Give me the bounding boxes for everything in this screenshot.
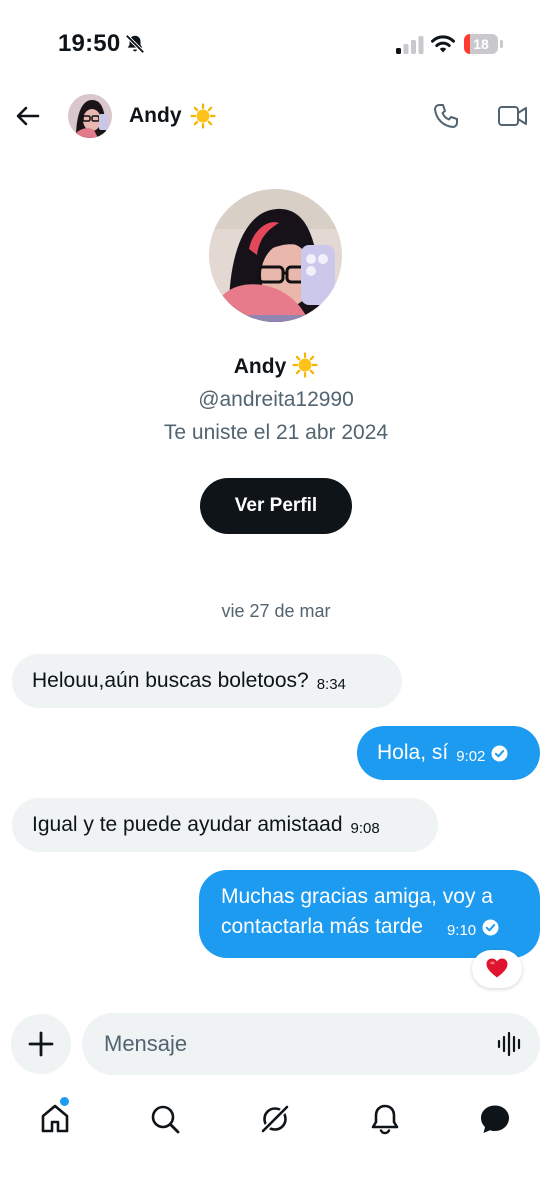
message-bubble-incoming[interactable]: Helouu,aún buscas boletoos? 8:34	[12, 654, 402, 708]
profile-joined-date: Te uniste el 21 abr 2024	[163, 421, 389, 444]
avatar-image	[68, 94, 112, 138]
message-text: Hola, sí	[377, 741, 449, 764]
message-time: 8:34	[316, 676, 346, 693]
message-time: 9:02	[456, 748, 486, 765]
profile-photo	[209, 189, 342, 322]
sun-emoji-icon	[292, 352, 318, 378]
status-bar: 19:50 18	[0, 0, 552, 90]
message-time: 9:10	[446, 922, 477, 939]
battery-level: 18	[473, 36, 489, 52]
messages-icon[interactable]	[478, 1102, 512, 1136]
wifi-icon	[431, 35, 455, 53]
notifications-icon[interactable]	[368, 1102, 402, 1136]
date-divider: vie 27 de mar	[221, 601, 331, 621]
header-name[interactable]: Andy	[129, 104, 182, 128]
message-text: Igual y te puede ayudar amistaad	[32, 813, 343, 836]
profile-name-row: Andy	[0, 352, 552, 379]
video-camera-icon[interactable]	[497, 103, 529, 129]
grok-icon[interactable]	[258, 1102, 292, 1136]
read-check-icon	[491, 745, 508, 762]
message-text-line-1: Muchas gracias amiga, voy a	[221, 885, 493, 908]
battery-body: 18	[464, 34, 498, 54]
message-bubble-incoming[interactable]: Igual y te puede ayudar amistaad 9:08	[12, 798, 438, 852]
message-text-line-2: contactarla más tarde	[221, 915, 423, 938]
back-arrow-icon[interactable]	[14, 102, 42, 130]
header-avatar[interactable]	[68, 94, 112, 138]
battery-cap	[500, 40, 503, 48]
home-notification-dot	[60, 1097, 69, 1106]
profile-handle: @andreita12990	[198, 388, 354, 411]
voice-waveform-icon[interactable]	[497, 1031, 523, 1057]
message-input[interactable]	[82, 1013, 540, 1075]
conversation-header: Andy	[0, 90, 552, 142]
message-text-line-2-row: contactarla más tarde 9:10	[221, 912, 518, 946]
signal-icon	[396, 36, 424, 54]
plus-icon	[28, 1031, 54, 1057]
message-bubble-outgoing[interactable]: Hola, sí 9:02	[357, 726, 540, 780]
phone-icon[interactable]	[432, 102, 460, 130]
battery-icon: 18	[464, 34, 504, 54]
profile-name: Andy	[233, 355, 287, 378]
heart-icon	[486, 958, 508, 978]
message-time: 9:08	[350, 820, 380, 837]
bell-slash-icon	[125, 34, 145, 54]
bottom-navigation	[0, 1090, 552, 1150]
search-icon[interactable]	[148, 1102, 182, 1136]
add-attachment-button[interactable]	[11, 1014, 71, 1074]
view-profile-button[interactable]: Ver Perfil	[200, 478, 352, 534]
read-check-icon	[482, 919, 499, 936]
status-time: 19:50	[58, 30, 121, 57]
home-icon[interactable]	[38, 1102, 72, 1136]
profile-avatar[interactable]	[209, 189, 342, 322]
message-bubble-outgoing[interactable]: Muchas gracias amiga, voy a contactarla …	[199, 870, 540, 958]
sun-emoji-icon	[190, 103, 216, 129]
heart-reaction[interactable]	[472, 950, 522, 988]
message-text: Helouu,aún buscas boletoos?	[32, 669, 309, 692]
